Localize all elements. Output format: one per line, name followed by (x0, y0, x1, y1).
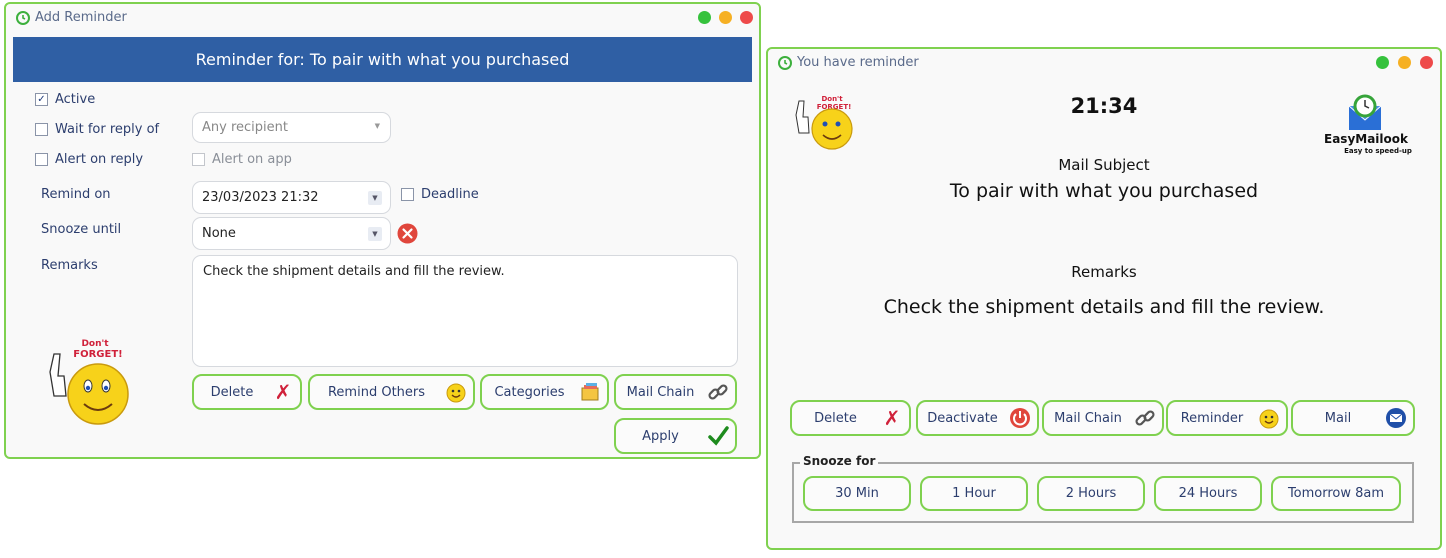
power-icon (1010, 408, 1030, 428)
categories-stack-icon (581, 383, 599, 401)
mail-chain-label: Mail Chain (1054, 410, 1122, 426)
snooze-option-label: Tomorrow 8am (1287, 486, 1385, 501)
remind-on-label: Remind on (41, 187, 111, 202)
close-button[interactable] (1420, 56, 1433, 69)
checkbox-icon (401, 188, 414, 201)
logo-name: EasyMailook (1324, 132, 1408, 146)
chain-link-icon (708, 384, 728, 400)
checkbox-icon (35, 123, 48, 136)
reminder-app-icon (778, 56, 792, 70)
chevron-down-icon[interactable]: ▼ (368, 190, 382, 205)
active-label: Active (55, 92, 96, 107)
remarks-label: Remarks (1071, 263, 1137, 281)
remind-others-button[interactable]: Remind Others (308, 374, 475, 410)
snooze-until-label: Snooze until (41, 222, 122, 237)
checkbox-icon (35, 153, 48, 166)
maximize-button[interactable] (698, 11, 711, 24)
remarks-label: Remarks (41, 258, 98, 273)
easymailook-logo: EasyMailook Easy to speed-up (1316, 92, 1416, 155)
delete-button[interactable]: Delete ✗ (192, 374, 302, 410)
minimize-button[interactable] (1398, 56, 1411, 69)
sticker-top-text: Don't (81, 339, 109, 349)
snooze-option-label: 2 Hours (1065, 486, 1117, 501)
deactivate-button[interactable]: Deactivate (916, 400, 1039, 436)
apply-button[interactable]: Apply (614, 418, 737, 454)
snooze-2-hours-button[interactable]: 2 Hours (1037, 476, 1145, 511)
sticker-bottom-text: FORGET! (73, 349, 122, 360)
remarks-textarea[interactable]: Check the shipment details and fill the … (192, 255, 738, 367)
deactivate-label: Deactivate (927, 410, 998, 426)
smiley-icon (446, 383, 466, 403)
checkmark-icon (708, 426, 729, 446)
mail-icon (1386, 408, 1406, 428)
alert-app-label: Alert on app (212, 152, 292, 167)
reminder-header: Reminder for: To pair with what you purc… (13, 37, 752, 82)
remind-others-label: Remind Others (327, 384, 426, 400)
delete-button[interactable]: Delete ✗ (790, 400, 911, 436)
mail-button[interactable]: Mail (1291, 400, 1415, 436)
smiley-icon (1259, 409, 1279, 429)
remind-on-datetime[interactable]: 23/03/2023 21:32 ▼ (192, 181, 391, 214)
mail-subject: To pair with what you purchased (949, 180, 1259, 202)
snooze-option-label: 24 Hours (1178, 486, 1238, 501)
recipient-select[interactable]: Any recipient ▼ (192, 112, 391, 143)
snooze-tomorrow-8am-button[interactable]: Tomorrow 8am (1271, 476, 1401, 511)
checkbox-icon (192, 153, 205, 166)
remarks-text: Check the shipment details and fill the … (203, 264, 505, 279)
mail-subject-label: Mail Subject (1058, 156, 1150, 174)
maximize-button[interactable] (1376, 56, 1389, 69)
snooze-option-label: 30 Min (835, 486, 879, 501)
deadline-checkbox[interactable]: Deadline (401, 187, 479, 202)
reminder-app-icon (16, 11, 30, 25)
wait-reply-label: Wait for reply of (55, 122, 160, 137)
delete-label: Delete (814, 410, 857, 426)
apply-label: Apply (642, 428, 679, 444)
snooze-until-select[interactable]: None ▼ (192, 217, 391, 250)
chain-link-icon (1135, 410, 1155, 426)
delete-x-icon: ✗ (883, 406, 901, 430)
dont-forget-smiley-icon: Don't FORGET! (49, 339, 129, 425)
titlebar[interactable]: You have reminder (768, 49, 1440, 77)
wait-reply-checkbox[interactable]: Wait for reply of (35, 122, 159, 137)
alert-reply-checkbox[interactable]: Alert on reply (35, 152, 143, 167)
deadline-label: Deadline (421, 187, 479, 202)
mail-clock-logo-icon (1348, 94, 1382, 130)
checkbox-checked-icon: ✓ (35, 93, 48, 106)
snooze-24-hours-button[interactable]: 24 Hours (1154, 476, 1262, 511)
snooze-1-hour-button[interactable]: 1 Hour (920, 476, 1028, 511)
chevron-down-icon[interactable]: ▼ (368, 226, 382, 241)
snooze-30-min-button[interactable]: 30 Min (803, 476, 911, 511)
chevron-down-icon: ▼ (374, 122, 380, 130)
categories-label: Categories (494, 384, 565, 400)
titlebar[interactable]: Add Reminder (6, 4, 759, 32)
remarks-text: Check the shipment details and fill the … (883, 296, 1325, 318)
alert-app-checkbox[interactable]: Alert on app (192, 152, 292, 167)
categories-button[interactable]: Categories (480, 374, 609, 410)
you-have-reminder-window: You have reminder Don't FORGET! 21:34 Ea… (766, 47, 1442, 550)
snooze-until-value: None (202, 226, 236, 241)
clear-snooze-icon[interactable] (397, 223, 418, 244)
delete-label: Delete (210, 384, 254, 400)
window-title: Add Reminder (35, 10, 127, 25)
remind-on-value: 23/03/2023 21:32 (202, 190, 319, 205)
delete-x-icon: ✗ (274, 380, 292, 404)
recipient-placeholder: Any recipient (202, 120, 288, 135)
reminder-button[interactable]: Reminder (1166, 400, 1288, 436)
snooze-for-label: Snooze for (800, 454, 879, 468)
close-button[interactable] (740, 11, 753, 24)
snooze-for-group: Snooze for 30 Min 1 Hour 2 Hours 24 Hour… (792, 454, 1414, 523)
mail-chain-label: Mail Chain (626, 384, 695, 400)
mail-label: Mail (1324, 410, 1352, 426)
mail-chain-button[interactable]: Mail Chain (614, 374, 737, 410)
active-checkbox[interactable]: ✓ Active (35, 92, 95, 107)
mail-chain-button[interactable]: Mail Chain (1042, 400, 1164, 436)
minimize-button[interactable] (719, 11, 732, 24)
snooze-option-label: 1 Hour (952, 486, 996, 501)
reminder-label: Reminder (1180, 410, 1244, 426)
add-reminder-window: Add Reminder Reminder for: To pair with … (4, 2, 761, 459)
alert-reply-label: Alert on reply (55, 152, 144, 167)
window-title: You have reminder (797, 55, 919, 70)
logo-tagline: Easy to speed-up (1344, 147, 1412, 155)
